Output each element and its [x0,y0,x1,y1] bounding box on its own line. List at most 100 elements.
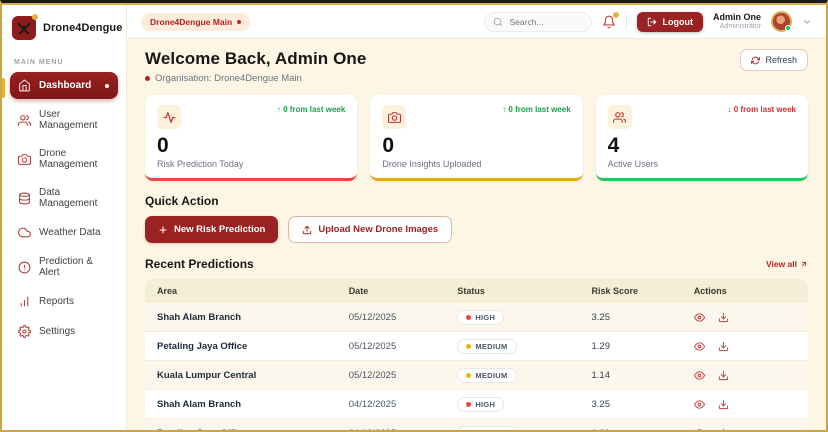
upload-drone-images-button[interactable]: Upload New Drone Images [288,216,453,244]
camera-icon [18,153,31,166]
top-header: Drone4Dengue Main Logout [127,5,826,39]
download-button[interactable] [718,428,729,430]
trend-indicator: ↑ 0 from last week [502,105,571,114]
download-button[interactable] [718,399,729,410]
database-icon [18,192,31,205]
user-role: Administrator [719,22,761,30]
download-button[interactable] [718,312,729,323]
sidebar-item-data-management[interactable]: Data Management [10,180,118,216]
sidebar-item-label: Data Management [39,187,98,209]
status-badge: MEDIUM [457,338,517,354]
status-badge: HIGH [457,309,505,325]
download-icon [718,341,729,352]
sidebar-item-weather-data[interactable]: Weather Data [10,219,118,246]
quick-action-title: Quick Action [145,194,219,209]
org-badge-label: Drone4Dengue Main [150,16,233,27]
status-dot [466,343,472,349]
app-window: Drone4Dengue MAIN MENU Dashboard User Ma… [0,0,828,432]
table-row: Kuala Lumpur Central 05/12/2025 MEDIUM 1… [145,361,808,391]
app-logo [12,14,38,40]
bar-chart-icon [18,295,31,308]
org-subtitle: Organisation: Drone4Dengue Main [155,73,302,84]
sidebar: Drone4Dengue MAIN MENU Dashboard User Ma… [2,5,127,430]
view-button[interactable] [694,341,705,352]
home-icon [18,79,31,92]
sidebar-item-prediction-alert[interactable]: Prediction & Alert [10,249,118,285]
download-button[interactable] [718,341,729,352]
sidebar-item-label: Weather Data [39,227,101,238]
cell-risk-score: 3.25 [591,398,611,410]
sidebar-item-dashboard[interactable]: Dashboard [10,72,118,99]
view-all-label: View all [765,259,797,270]
stat-label: Active Users [607,159,659,170]
refresh-button[interactable]: Refresh [740,49,808,71]
cell-area: Shah Alam Branch [157,398,242,410]
search-box [484,11,593,32]
plus-icon [158,225,168,235]
new-risk-prediction-button[interactable]: New Risk Prediction [145,216,279,244]
stat-card-active-users: ↓ 0 from last week 4 Active Users [595,95,808,182]
status-badge: HIGH [457,396,505,412]
view-button[interactable] [694,312,705,323]
status-dot [466,314,472,320]
logout-label: Logout [662,16,693,27]
status-badge: MEDIUM [457,367,517,383]
camera-icon [382,105,407,129]
activity-icon [157,105,181,129]
avatar[interactable] [771,11,792,32]
stat-card-risk-predictions: ↑ 0 from last week 0 Risk Prediction Tod… [145,95,358,182]
stat-value: 0 [157,134,169,157]
sidebar-item-settings[interactable]: Settings [10,318,118,345]
logout-icon [647,17,657,27]
active-item-indicator [2,78,5,98]
cell-risk-score: 1.29 [591,340,611,352]
download-button[interactable] [718,370,729,381]
active-dot [105,83,109,88]
sidebar-item-drone-management[interactable]: Drone Management [10,141,118,177]
download-icon [718,312,729,323]
column-header-area: Area [157,286,178,297]
arrow-up-right-icon [800,260,808,268]
notification-badge [612,10,621,19]
view-button[interactable] [694,399,705,410]
cell-risk-score: 1.14 [591,369,611,381]
view-button[interactable] [694,370,705,381]
view-button[interactable] [694,428,705,430]
quick-action-section: Quick Action New Risk Prediction Upload … [145,194,808,244]
table-row: Petaling Jaya Office 05/12/2025 MEDIUM 1… [145,332,808,362]
cell-area: Shah Alam Branch [157,311,242,323]
column-header-date: Date [348,286,369,297]
welcome-section: Welcome Back, Admin One Organisation: Dr… [145,49,808,84]
notifications-button[interactable] [602,10,621,29]
status-dot [466,372,472,378]
refresh-icon [751,56,760,65]
stat-value: 0 [382,134,395,157]
eye-icon [694,399,705,410]
cell-risk-score: 3.25 [591,311,611,323]
stat-label: Drone Insights Uploaded [382,159,482,170]
sidebar-item-label: Settings [39,326,76,337]
download-icon [718,428,729,430]
sidebar-item-label: User Management [39,109,98,131]
sidebar-item-label: Prediction & Alert [39,256,93,278]
eye-icon [694,370,705,381]
sidebar-item-user-management[interactable]: User Management [10,102,118,138]
sidebar-item-reports[interactable]: Reports [10,288,118,315]
view-all-link[interactable]: View all [766,259,808,269]
user-name: Admin One [712,11,761,22]
eye-icon [694,341,705,352]
cell-date: 05/12/2025 [348,369,397,381]
search-input[interactable] [509,16,584,27]
table-header-row: Area Date Status Risk Score Actions [145,279,808,304]
stat-card-drone-insights: ↑ 0 from last week 0 Drone Insights Uplo… [370,95,583,182]
org-badge[interactable]: Drone4Dengue Main [141,12,251,31]
logo-notification-dot [32,14,38,20]
gear-icon [18,325,31,338]
user-menu-button[interactable] [802,17,812,27]
upload-icon [302,225,312,235]
logout-button[interactable]: Logout [637,11,703,32]
sidebar-nav: Dashboard User Management Drone Manageme… [2,72,126,345]
cell-area: Kuala Lumpur Central [157,369,257,381]
cell-date: 04/12/2025 [348,398,397,410]
brand-header: Drone4Dengue [2,5,126,49]
